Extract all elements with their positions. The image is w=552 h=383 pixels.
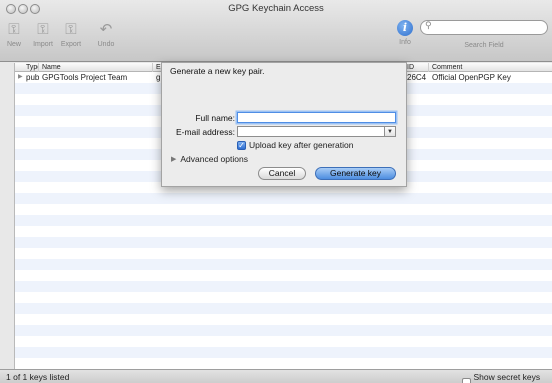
sheet-title: Generate a new key pair. [170, 66, 265, 76]
search-input[interactable] [435, 22, 543, 33]
upload-key-label: Upload key after generation [249, 140, 354, 150]
upload-key-option[interactable]: ✓ Upload key after generation [237, 140, 353, 150]
row-type: pub [26, 73, 40, 82]
undo-button[interactable]: ↶ Undo [93, 20, 119, 48]
undo-label: Undo [97, 41, 115, 48]
row-disclosure-icon[interactable]: ▶ [18, 72, 23, 83]
generate-key-button[interactable]: Generate key [315, 167, 396, 180]
advanced-options-label: Advanced options [180, 154, 248, 164]
import-key-icon: ⚿ [37, 21, 49, 38]
export-key-icon: ⚿ [65, 21, 77, 38]
advanced-options-disclosure[interactable]: ▶ Advanced options [171, 154, 248, 164]
email-field[interactable] [237, 126, 385, 137]
search-field-label: Search Field [464, 42, 504, 49]
key-icon: ⚿ [8, 21, 20, 38]
new-key-label: New [6, 41, 21, 48]
row-key-id: 26C4 [407, 73, 427, 82]
search-icon: ⚲ [425, 20, 432, 30]
info-icon: i [397, 20, 413, 36]
row-name: GPGTools Project Team [42, 73, 128, 82]
email-label: E-mail address: [175, 127, 235, 137]
column-header-id[interactable]: ID [404, 63, 429, 72]
cancel-button[interactable]: Cancel [258, 167, 306, 180]
search-box: ⚲ [420, 20, 548, 35]
disclosure-triangle-icon[interactable]: ▶ [171, 155, 176, 163]
info-label: Info [399, 39, 411, 46]
info-button[interactable]: i Info [390, 20, 420, 46]
window-titlebar: GPG Keychain Access ⚿ New ⚿ Import ⚿ Exp… [0, 0, 552, 62]
column-header-name[interactable]: Name [39, 63, 153, 72]
column-header-type[interactable]: Type [23, 63, 39, 72]
search-field-group: ⚲ Search Field [420, 20, 552, 49]
import-label: Import [33, 41, 53, 48]
show-secret-checkbox[interactable] [462, 377, 471, 383]
email-dropdown-arrow-icon[interactable]: ▼ [385, 126, 396, 137]
show-secret-label: Show secret keys only [473, 372, 541, 383]
upload-key-checkbox[interactable]: ✓ [237, 140, 246, 150]
full-name-label: Full name: [195, 113, 235, 123]
generate-key-sheet: Generate a new key pair. Full name: E-ma… [161, 62, 407, 187]
keys-listed-count: 1 of 1 keys listed [6, 372, 70, 382]
full-name-field[interactable] [237, 112, 396, 123]
export-button[interactable]: ⚿ Export [58, 20, 84, 48]
show-secret-toggle[interactable]: Show secret keys only [462, 372, 552, 383]
window-title: GPG Keychain Access [228, 3, 324, 14]
export-label: Export [60, 41, 82, 48]
new-key-button[interactable]: ⚿ New [1, 20, 27, 48]
row-comment: Official OpenPGP Key [432, 73, 511, 82]
import-button[interactable]: ⚿ Import [30, 20, 56, 48]
status-bar: 1 of 1 keys listed Show secret keys only [0, 369, 552, 383]
column-header-comment[interactable]: Comment [429, 63, 552, 72]
undo-arrow-icon: ↶ [99, 21, 113, 38]
